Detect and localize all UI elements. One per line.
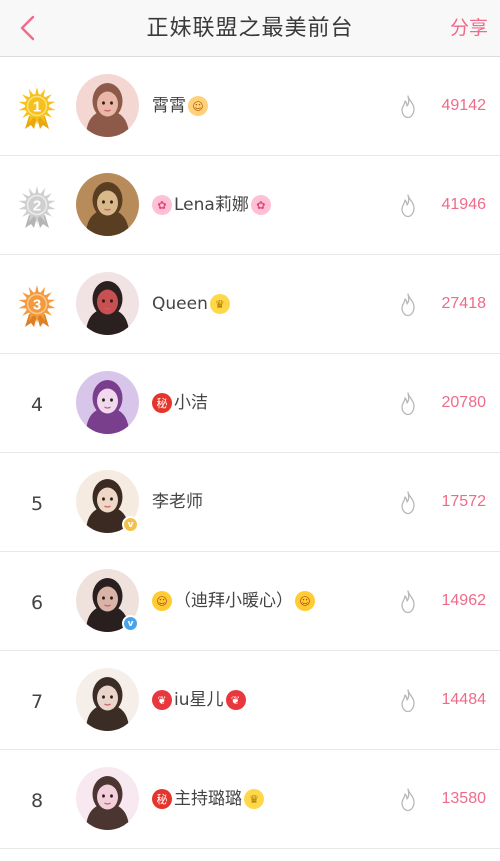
leaderboard-row[interactable]: 3 Queen ♛ 27418 xyxy=(0,255,500,354)
page-title: 正妹联盟之最美前台 xyxy=(146,16,354,41)
user-name[interactable]: 李老师 xyxy=(152,489,203,515)
strawberry-icon: ❦ xyxy=(152,690,172,710)
crown-icon: ♛ xyxy=(209,294,230,314)
popularity-score: 27418 xyxy=(441,295,487,312)
leaderboard-list: 1 霄霄 ☺ 49142 2 ✿ Lena莉娜 ✿ 41946 3 Queen … xyxy=(0,57,500,849)
user-name[interactable]: ❦ iu星儿 ❦ xyxy=(152,687,246,713)
user-name[interactable]: 霄霄 ☺ xyxy=(152,93,208,119)
flame-icon xyxy=(398,392,418,416)
user-name[interactable]: 秘小洁 xyxy=(152,390,208,416)
rank-number: 6 xyxy=(14,581,60,625)
avatar[interactable] xyxy=(76,272,139,335)
avatar[interactable] xyxy=(76,767,139,830)
user-name[interactable]: Queen ♛ xyxy=(152,291,230,317)
share-button[interactable]: 分享 xyxy=(450,0,488,57)
back-button[interactable] xyxy=(10,10,46,46)
gold-medal-icon: 1 xyxy=(14,86,60,130)
avatar[interactable] xyxy=(76,173,139,236)
cherry-blossom-icon: ✿ xyxy=(250,195,271,215)
user-name-text: 霄霄 xyxy=(152,96,186,116)
leaderboard-row[interactable]: 4 秘小洁 20780 xyxy=(0,354,500,453)
flame-icon xyxy=(398,788,418,812)
rank-number: 8 xyxy=(14,779,60,823)
bronze-medal-icon: 3 xyxy=(14,284,60,328)
rank-label: 6 xyxy=(30,592,44,614)
user-name-text: 李老师 xyxy=(152,492,203,512)
flame-icon xyxy=(398,194,418,218)
popularity-score: 13580 xyxy=(441,790,487,807)
user-name[interactable]: ✿ Lena莉娜 ✿ xyxy=(152,192,271,218)
popularity-score: 49142 xyxy=(441,97,487,114)
girl-icon: ☺ xyxy=(188,96,208,116)
user-name-text: Queen xyxy=(152,294,208,314)
leaderboard-row[interactable]: 6 v ☺ （迪拜小暖心） ☺ 14962 xyxy=(0,552,500,651)
rank-label: 4 xyxy=(30,394,44,416)
user-name-text: Lena莉娜 xyxy=(174,195,249,215)
avatar[interactable] xyxy=(76,371,139,434)
chevron-left-icon xyxy=(20,15,35,41)
popularity-score: 41946 xyxy=(441,196,487,213)
flame-icon xyxy=(398,491,418,515)
leaderboard-row[interactable]: 7 ❦ iu星儿 ❦ 14484 xyxy=(0,651,500,750)
popularity-score: 14484 xyxy=(441,691,487,708)
leaderboard-row[interactable]: 2 ✿ Lena莉娜 ✿ 41946 xyxy=(0,156,500,255)
user-name-text: 小洁 xyxy=(174,393,208,413)
crown-icon: ♛ xyxy=(244,789,264,809)
svg-text:1: 1 xyxy=(33,99,41,116)
kiss-face-icon: ☺ xyxy=(295,591,315,611)
avatar[interactable] xyxy=(76,74,139,137)
secret-icon: 秘 xyxy=(152,393,172,413)
flame-icon xyxy=(398,689,418,713)
verified-badge-icon: v xyxy=(122,516,139,533)
rank-number: 5 xyxy=(14,482,60,526)
avatar[interactable] xyxy=(76,668,139,731)
popularity-score: 14962 xyxy=(441,592,487,609)
user-name-text: 主持璐璐 xyxy=(174,789,242,809)
secret-icon: 秘 xyxy=(152,789,172,809)
svg-text:2: 2 xyxy=(33,198,41,215)
silver-medal-icon: 2 xyxy=(14,185,60,229)
flame-icon xyxy=(398,95,418,119)
rank-number: 4 xyxy=(14,383,60,427)
kiss-face-icon: ☺ xyxy=(152,591,172,611)
flame-icon xyxy=(398,590,418,614)
rank-label: 7 xyxy=(30,691,44,713)
popularity-score: 20780 xyxy=(441,394,487,411)
flame-icon xyxy=(398,293,418,317)
nav-bar: 正妹联盟之最美前台 分享 xyxy=(0,0,500,57)
popularity-score: 17572 xyxy=(441,493,487,510)
rank-label: 5 xyxy=(30,493,44,515)
leaderboard-row[interactable]: 8 秘主持璐璐 ♛ 13580 xyxy=(0,750,500,849)
rank-label: 8 xyxy=(30,790,44,812)
leaderboard-row[interactable]: 1 霄霄 ☺ 49142 xyxy=(0,57,500,156)
svg-text:3: 3 xyxy=(33,297,41,314)
user-name-text: （迪拜小暖心） xyxy=(174,591,293,611)
cherry-blossom-icon: ✿ xyxy=(152,195,172,215)
verified-badge-icon: v xyxy=(122,615,139,632)
rank-number: 7 xyxy=(14,680,60,724)
leaderboard-row[interactable]: 5 v 李老师 17572 xyxy=(0,453,500,552)
user-name[interactable]: 秘主持璐璐 ♛ xyxy=(152,786,264,812)
strawberry-icon: ❦ xyxy=(225,690,246,710)
user-name-text: iu星儿 xyxy=(174,690,224,710)
user-name[interactable]: ☺ （迪拜小暖心） ☺ xyxy=(152,588,315,614)
